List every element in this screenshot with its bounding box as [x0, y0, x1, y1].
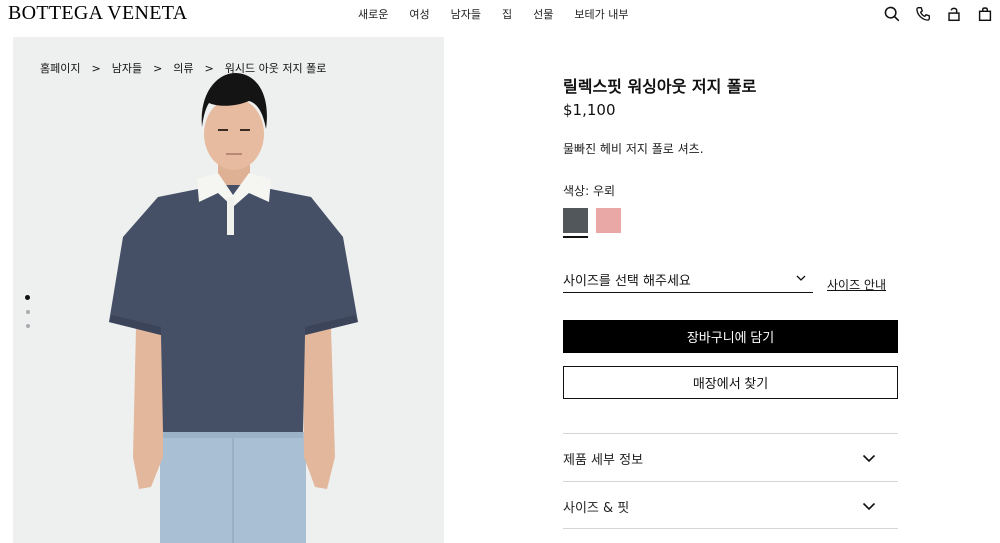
gallery-dot-active[interactable] [25, 295, 30, 300]
product-title: 릴렉스핏 워싱아웃 저지 폴로 [563, 77, 757, 96]
header-icons [870, 5, 994, 23]
add-to-cart-button[interactable]: 장바구니에 담기 [563, 320, 898, 353]
chevron-down-icon [862, 498, 876, 512]
find-in-store-button[interactable]: 매장에서 찾기 [563, 366, 898, 399]
gallery-dot[interactable] [26, 324, 30, 328]
size-select-label: 사이즈를 선택 해주세요 [563, 274, 691, 289]
breadcrumb-men[interactable]: 남자들 [112, 60, 142, 76]
color-label: 색상: 우뢰 [563, 184, 616, 198]
breadcrumb-home[interactable]: 홈페이지 [40, 60, 80, 76]
accordion-label: 사이즈 & 핏 [563, 501, 630, 516]
color-swatch[interactable] [596, 208, 621, 233]
product-accordion: 제품 세부 정보 사이즈 & 핏 [563, 433, 898, 529]
gallery-dot[interactable] [26, 310, 30, 314]
accordion-label: 제품 세부 정보 [563, 453, 644, 468]
accordion-product-details[interactable]: 제품 세부 정보 [563, 433, 898, 481]
product-image-gallery[interactable]: 홈페이지 > 남자들 > 의류 > 워시드 아웃 저지 폴로 [13, 37, 444, 543]
search-icon[interactable] [883, 5, 901, 23]
breadcrumb-separator: > [91, 61, 101, 75]
product-description: 물빠진 헤비 저지 폴로 셔츠. [563, 142, 704, 156]
chevron-down-icon [862, 450, 876, 464]
breadcrumb-current: 워시드 아웃 저지 폴로 [224, 62, 327, 75]
nav-item-men[interactable]: 남자들 [451, 6, 481, 22]
breadcrumb: 홈페이지 > 남자들 > 의류 > 워시드 아웃 저지 폴로 [40, 60, 326, 76]
gallery-pagination [25, 295, 30, 338]
site-header: BOTTEGA VENETA 새로운 여성 남자들 집 선물 보테가 내부 [0, 0, 1000, 30]
size-row: 사이즈를 선택 해주세요 사이즈 안내 [563, 268, 898, 294]
nav-item-new[interactable]: 새로운 [358, 6, 388, 22]
accordion-size-fit[interactable]: 사이즈 & 핏 [563, 481, 898, 529]
size-guide-link[interactable]: 사이즈 안내 [827, 276, 886, 293]
color-swatches [563, 208, 629, 238]
size-select[interactable]: 사이즈를 선택 해주세요 [563, 268, 813, 293]
breadcrumb-clothing[interactable]: 의류 [173, 60, 193, 76]
phone-icon[interactable] [914, 5, 932, 23]
color-swatch-selected[interactable] [563, 208, 588, 238]
account-icon[interactable] [945, 5, 963, 23]
main-nav: 새로운 여성 남자들 집 선물 보테가 내부 [358, 6, 628, 22]
nav-item-home[interactable]: 집 [502, 6, 512, 22]
nav-item-inside-bottega[interactable]: 보테가 내부 [574, 6, 628, 22]
breadcrumb-separator: > [153, 61, 163, 75]
chevron-down-icon [795, 272, 807, 284]
breadcrumb-separator: > [204, 61, 214, 75]
product-price: $1,100 [563, 101, 616, 119]
nav-item-women[interactable]: 여성 [409, 6, 429, 22]
bag-icon[interactable] [976, 5, 994, 23]
brand-logo[interactable]: BOTTEGA VENETA [8, 2, 187, 25]
nav-item-gifts[interactable]: 선물 [533, 6, 553, 22]
product-photo [109, 73, 358, 543]
